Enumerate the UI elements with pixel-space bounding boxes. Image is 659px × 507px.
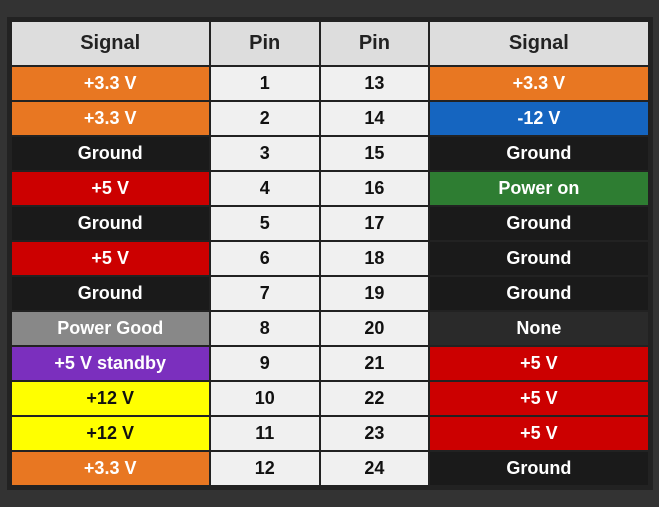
pin-left-cell: 4	[210, 171, 320, 206]
pin-right-cell: 21	[320, 346, 430, 381]
header-row: Signal Pin Pin Signal	[11, 21, 649, 66]
right-signal-cell: None	[429, 311, 648, 346]
left-signal-cell: +5 V standby	[11, 346, 210, 381]
table-row: +3.3 V113+3.3 V	[11, 66, 649, 101]
left-signal-cell: +5 V	[11, 241, 210, 276]
atx-connector-table: Signal Pin Pin Signal +3.3 V113+3.3 V+3.…	[7, 17, 653, 490]
right-signal-cell: +5 V	[429, 381, 648, 416]
pin-left-cell: 1	[210, 66, 320, 101]
pin-right-cell: 19	[320, 276, 430, 311]
left-signal-cell: Ground	[11, 206, 210, 241]
table-row: +5 V standby921+5 V	[11, 346, 649, 381]
left-signal-cell: Ground	[11, 276, 210, 311]
right-signal-cell: -12 V	[429, 101, 648, 136]
right-signal-cell: +5 V	[429, 416, 648, 451]
pin-right-cell: 14	[320, 101, 430, 136]
left-signal-cell: Power Good	[11, 311, 210, 346]
pin-right-cell: 23	[320, 416, 430, 451]
left-signal-cell: +3.3 V	[11, 66, 210, 101]
pin-left-cell: 3	[210, 136, 320, 171]
left-signal-cell: +3.3 V	[11, 101, 210, 136]
pin-right-cell: 24	[320, 451, 430, 486]
table-row: Power Good820None	[11, 311, 649, 346]
left-signal-cell: +12 V	[11, 416, 210, 451]
pin-right-cell: 13	[320, 66, 430, 101]
pin-left-cell: 10	[210, 381, 320, 416]
table-row: +12 V1022+5 V	[11, 381, 649, 416]
table-row: +12 V1123+5 V	[11, 416, 649, 451]
right-signal-cell: Power on	[429, 171, 648, 206]
table-row: Ground315Ground	[11, 136, 649, 171]
pin-left-cell: 2	[210, 101, 320, 136]
table-row: +3.3 V214-12 V	[11, 101, 649, 136]
pin-left-cell: 7	[210, 276, 320, 311]
left-signal-cell: +3.3 V	[11, 451, 210, 486]
header-signal-right: Signal	[429, 21, 648, 66]
header-pin-left: Pin	[210, 21, 320, 66]
header-signal-left: Signal	[11, 21, 210, 66]
right-signal-cell: Ground	[429, 136, 648, 171]
right-signal-cell: Ground	[429, 276, 648, 311]
pin-right-cell: 16	[320, 171, 430, 206]
left-signal-cell: Ground	[11, 136, 210, 171]
right-signal-cell: +3.3 V	[429, 66, 648, 101]
pin-left-cell: 11	[210, 416, 320, 451]
table-row: +5 V416Power on	[11, 171, 649, 206]
pin-right-cell: 17	[320, 206, 430, 241]
pin-left-cell: 12	[210, 451, 320, 486]
table-row: +5 V618Ground	[11, 241, 649, 276]
left-signal-cell: +12 V	[11, 381, 210, 416]
pin-right-cell: 20	[320, 311, 430, 346]
pin-left-cell: 6	[210, 241, 320, 276]
table-row: Ground517Ground	[11, 206, 649, 241]
pin-left-cell: 8	[210, 311, 320, 346]
header-pin-right: Pin	[320, 21, 430, 66]
right-signal-cell: Ground	[429, 206, 648, 241]
right-signal-cell: Ground	[429, 241, 648, 276]
right-signal-cell: Ground	[429, 451, 648, 486]
right-signal-cell: +5 V	[429, 346, 648, 381]
table-row: Ground719Ground	[11, 276, 649, 311]
table-row: +3.3 V1224Ground	[11, 451, 649, 486]
pin-right-cell: 22	[320, 381, 430, 416]
pin-left-cell: 9	[210, 346, 320, 381]
pin-right-cell: 18	[320, 241, 430, 276]
left-signal-cell: +5 V	[11, 171, 210, 206]
pin-left-cell: 5	[210, 206, 320, 241]
pin-right-cell: 15	[320, 136, 430, 171]
